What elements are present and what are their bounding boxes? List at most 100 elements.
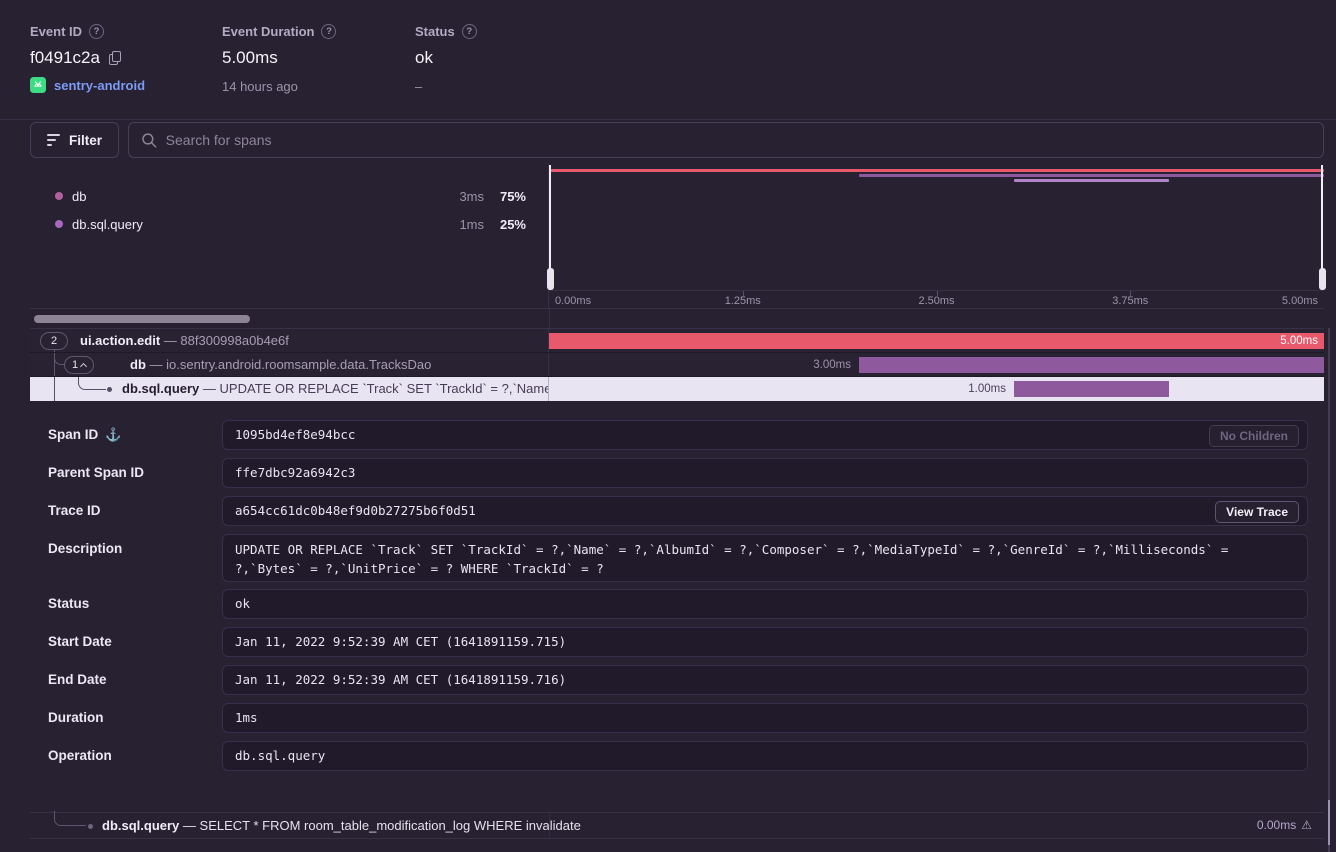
axis-label: 1.25ms	[725, 295, 761, 307]
op-duration: 1ms	[438, 217, 484, 232]
legend-item-db-sql-query: db.sql.query 1ms 25%	[55, 216, 526, 232]
tree-elbow	[78, 377, 106, 390]
detail-value: db.sql.query	[222, 741, 1308, 771]
span-duration-bar[interactable]	[859, 357, 1324, 373]
span-row-db-sql-query-selected[interactable]: db.sql.query — UPDATE OR REPLACE `Track`…	[30, 377, 1324, 401]
event-header: Event ID ? f0491c2a sentry-android	[0, 0, 1336, 120]
span-description: io.sentry.android.roomsample.data.Tracks…	[166, 357, 431, 372]
detail-key: Span ID	[48, 420, 98, 450]
minimap-span-line	[859, 174, 1324, 177]
detail-key: Description	[48, 534, 122, 564]
detail-key: Operation	[48, 741, 112, 771]
status-label: Status	[415, 24, 455, 39]
column-divider	[549, 309, 550, 328]
op-duration: 3ms	[438, 189, 484, 204]
tree-elbow	[54, 353, 65, 365]
help-icon[interactable]: ?	[89, 24, 104, 39]
span-tree: 2 ui.action.edit — 88f300998a0b4e6f 5.00…	[30, 328, 1324, 401]
span-duration-bar[interactable]	[1014, 381, 1169, 397]
detail-row-status: Status ok	[30, 589, 1324, 619]
no-children-button[interactable]: No Children	[1209, 425, 1299, 447]
tree-node-dot	[88, 824, 93, 829]
minimap-drag-handle-left[interactable]	[549, 165, 551, 290]
span-operation: db.sql.query	[102, 818, 179, 833]
detail-row-span-id: Span ID ⚓ 1095bd4ef8e94bcc No Children	[30, 420, 1324, 450]
status-column: Status ? ok –	[415, 24, 477, 94]
span-duration: 0.00ms	[1257, 813, 1296, 838]
detail-key: End Date	[48, 665, 107, 695]
help-icon[interactable]: ?	[321, 24, 336, 39]
detail-value: Jan 11, 2022 9:52:39 AM CET (1641891159.…	[222, 665, 1308, 695]
tree-connector	[54, 377, 55, 401]
chevron-up-icon	[80, 362, 87, 369]
span-operation: db	[130, 357, 146, 372]
help-icon[interactable]: ?	[462, 24, 477, 39]
filter-icon	[47, 134, 60, 146]
span-description: 88f300998a0b4e6f	[180, 333, 288, 348]
event-id-column: Event ID ? f0491c2a sentry-android	[30, 24, 145, 93]
project-name[interactable]: sentry-android	[54, 78, 145, 93]
span-operation: db.sql.query	[122, 381, 199, 396]
detail-value: ffe7dbc92a6942c3	[222, 458, 1308, 488]
filter-button-label: Filter	[69, 133, 102, 148]
span-row-ui-action-edit[interactable]: 2 ui.action.edit — 88f300998a0b4e6f 5.00…	[30, 329, 1324, 353]
children-count: 1	[72, 359, 78, 371]
detail-key: Parent Span ID	[48, 458, 144, 488]
legend-item-db: db 3ms 75%	[55, 188, 526, 204]
view-trace-button[interactable]: View Trace	[1215, 501, 1299, 523]
detail-row-description: Description UPDATE OR REPLACE `Track` SE…	[30, 534, 1324, 582]
horizontal-scrollbar[interactable]	[34, 315, 250, 323]
detail-value: 1095bd4ef8e94bcc No Children	[222, 420, 1308, 450]
span-operation: ui.action.edit	[80, 333, 160, 348]
event-id-label: Event ID	[30, 24, 82, 39]
op-name: db	[72, 189, 438, 204]
time-axis: 0.00ms 1.25ms 2.50ms 3.75ms 5.00ms	[549, 290, 1324, 308]
detail-row-parent-span-id: Parent Span ID ffe7dbc92a6942c3	[30, 458, 1324, 488]
minimap-canvas[interactable]: 0.00ms 1.25ms 2.50ms 3.75ms 5.00ms	[549, 163, 1324, 308]
axis-label: 3.75ms	[1112, 295, 1148, 307]
children-count: 2	[51, 335, 57, 347]
detail-value: 1ms	[222, 703, 1308, 733]
filter-button[interactable]: Filter	[30, 122, 119, 158]
span-description: SELECT * FROM room_table_modification_lo…	[200, 818, 581, 833]
detail-row-trace-id: Trace ID a654cc61dc0b48ef9d0b27275b6f0d5…	[30, 496, 1324, 526]
axis-label: 0.00ms	[555, 295, 591, 307]
span-collapse-pill[interactable]: 1	[64, 356, 94, 374]
tree-node-dot	[107, 387, 112, 392]
status-sub: –	[415, 79, 477, 94]
detail-key: Trace ID	[48, 496, 101, 526]
drag-grip[interactable]	[1319, 268, 1326, 290]
detail-key: Duration	[48, 703, 104, 733]
span-children-count-pill[interactable]: 2	[40, 332, 68, 350]
anchor-link-icon[interactable]: ⚓	[105, 420, 121, 450]
detail-key: Status	[48, 589, 89, 619]
detail-row-operation: Operation db.sql.query	[30, 741, 1324, 771]
detail-value: UPDATE OR REPLACE `Track` SET `TrackId` …	[222, 534, 1308, 582]
status-value: ok	[415, 48, 433, 68]
event-id-label-row: Event ID ?	[30, 24, 145, 39]
span-search	[128, 122, 1324, 158]
span-duration-bar[interactable]: 5.00ms	[549, 333, 1324, 349]
detail-row-start-date: Start Date Jan 11, 2022 9:52:39 AM CET (…	[30, 627, 1324, 657]
detail-value: ok	[222, 589, 1308, 619]
minimap-drag-handle-right[interactable]	[1321, 165, 1323, 290]
vertical-scrollbar-thumb[interactable]	[1328, 800, 1330, 845]
copy-icon[interactable]	[109, 51, 122, 66]
event-id-value: f0491c2a	[30, 48, 100, 68]
span-row-db[interactable]: 1 db — io.sentry.android.roomsample.data…	[30, 353, 1324, 377]
column-divider	[549, 813, 550, 838]
span-description: UPDATE OR REPLACE `Track` SET `TrackId` …	[220, 381, 549, 396]
drag-grip[interactable]	[547, 268, 554, 290]
detail-value: Jan 11, 2022 9:52:39 AM CET (1641891159.…	[222, 627, 1308, 657]
op-color-dot	[55, 220, 63, 228]
span-duration: 3.00ms	[813, 353, 851, 377]
vertical-scrollbar-track[interactable]	[1328, 328, 1330, 852]
project-link[interactable]: sentry-android	[30, 77, 145, 93]
trace-minimap-section: db 3ms 75% db.sql.query 1ms 25% 0.00ms	[30, 163, 1324, 308]
tree-scroll-row	[30, 308, 1324, 328]
search-icon	[141, 132, 157, 148]
operations-breakdown: db 3ms 75% db.sql.query 1ms 25%	[30, 163, 549, 308]
event-duration-column: Event Duration ? 5.00ms 14 hours ago	[222, 24, 336, 94]
search-input[interactable]	[166, 132, 1311, 148]
span-row-db-sql-query-select[interactable]: db.sql.query — SELECT * FROM room_table_…	[30, 812, 1324, 839]
